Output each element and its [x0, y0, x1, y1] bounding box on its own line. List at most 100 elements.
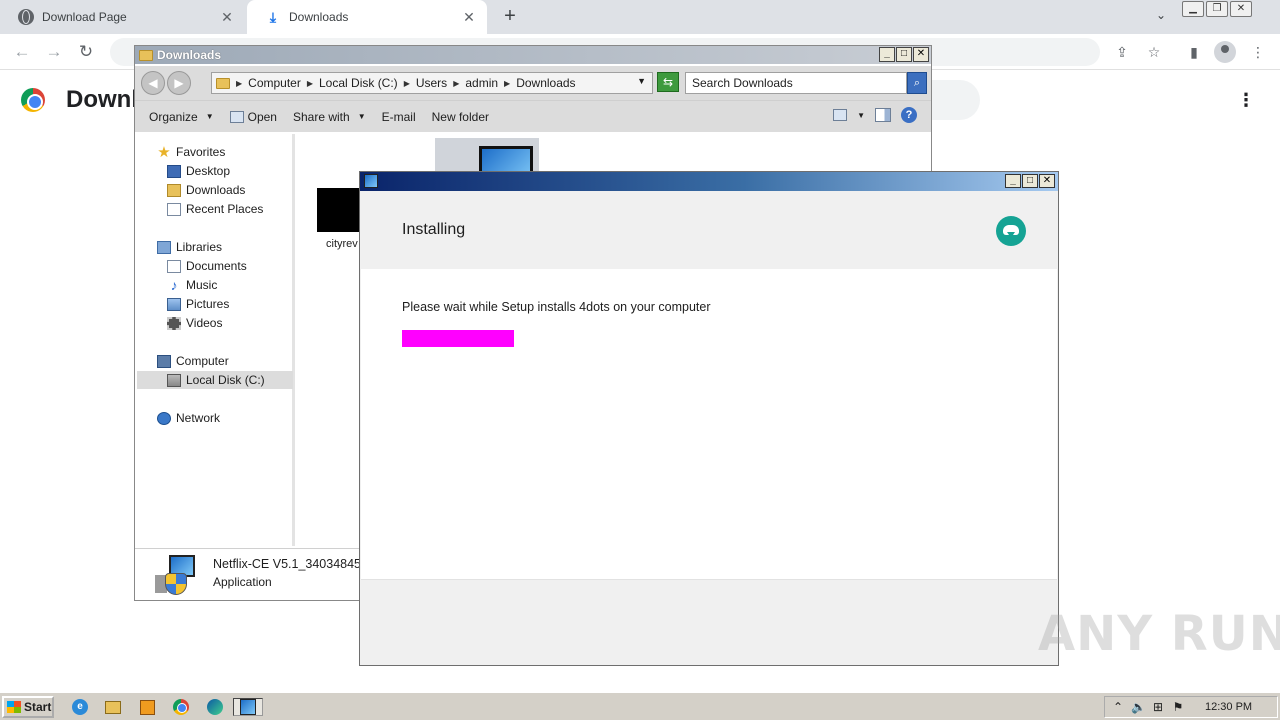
share-with-button[interactable]: Share with ▼	[285, 110, 374, 124]
new-tab-button[interactable]: +	[498, 5, 522, 29]
breadcrumb[interactable]: ▶ Computer ▶ Local Disk (C:) ▶ Users ▶ a…	[211, 72, 653, 94]
explorer-titlebar[interactable]: Downloads _ □ ✕	[135, 46, 931, 64]
nav-item-local-disk[interactable]: Local Disk (C:)	[137, 371, 293, 389]
setup-icon	[240, 699, 256, 715]
taskbar-explorer[interactable]	[103, 698, 123, 716]
refresh-icon[interactable]: ⇆	[657, 72, 679, 92]
chevron-up-icon[interactable]: ⌃	[1111, 700, 1125, 714]
back-arrow-icon[interactable]: ←	[10, 40, 34, 64]
tab-title: Downloads	[289, 10, 349, 24]
close-icon[interactable]: ✕	[461, 9, 477, 26]
close-button[interactable]: ✕	[1230, 1, 1252, 17]
forward-arrow-icon[interactable]: ▶	[167, 71, 191, 95]
clock[interactable]: 12:30 PM	[1205, 701, 1252, 713]
progress-fill	[402, 330, 514, 347]
breadcrumb-item[interactable]: Computer	[248, 76, 301, 90]
progress-bar	[402, 330, 962, 347]
taskbar-media-player[interactable]	[137, 698, 157, 716]
installer-icon	[155, 555, 199, 595]
page-title: Installing	[402, 221, 466, 238]
volume-icon[interactable]: 🔈	[1131, 700, 1146, 714]
taskbar-chrome[interactable]	[171, 698, 191, 716]
breadcrumb-item[interactable]: Local Disk (C:)	[319, 76, 398, 90]
share-icon[interactable]: ⇪	[1112, 42, 1132, 62]
document-icon	[167, 259, 181, 273]
tab-title: Download Page	[42, 10, 127, 24]
view-controls: ▼ ?	[833, 107, 917, 123]
nav-item-libraries[interactable]: Libraries	[157, 238, 222, 256]
nav-item-desktop[interactable]: Desktop	[167, 162, 230, 180]
organize-button[interactable]: Organize ▼	[135, 110, 222, 124]
minimize-button[interactable]: _	[879, 47, 895, 62]
nav-item-documents[interactable]: Documents	[167, 257, 247, 275]
chevron-down-icon[interactable]: ▼	[637, 76, 646, 86]
nav-item-recent-places[interactable]: Recent Places	[167, 200, 263, 218]
folder-icon	[216, 77, 230, 89]
flag-icon[interactable]: ⚑	[1171, 700, 1185, 714]
system-tray: ⌃ 🔈 ⊞ ⚑ 12:30 PM	[1104, 696, 1278, 718]
star-icon[interactable]: ☆	[1144, 42, 1164, 62]
breadcrumb-item[interactable]: Users	[416, 76, 447, 90]
chevron-down-icon[interactable]: ▼	[857, 111, 865, 120]
installer-titlebar[interactable]: _ □ ✕	[360, 172, 1058, 191]
minimize-button[interactable]: ▁	[1182, 1, 1204, 17]
file-item-thumbnail[interactable]	[317, 188, 361, 232]
folder-icon	[105, 700, 121, 714]
installer-footer	[361, 579, 1057, 665]
taskbar-edge[interactable]	[205, 698, 225, 716]
globe-icon	[18, 9, 34, 25]
maximize-button[interactable]: □	[1022, 174, 1038, 188]
internet-explorer-icon: e	[72, 699, 88, 715]
help-icon[interactable]: ?	[901, 107, 917, 123]
new-folder-button[interactable]: New folder	[424, 110, 497, 124]
network-icon[interactable]: ⊞	[1151, 700, 1165, 714]
search-icon[interactable]: ⌕	[907, 72, 927, 94]
maximize-button[interactable]: □	[896, 47, 912, 62]
nav-item-pictures[interactable]: Pictures	[167, 295, 229, 313]
chevron-down-icon[interactable]: ⌄	[1152, 8, 1170, 26]
breadcrumb-item[interactable]: Downloads	[516, 76, 575, 90]
nav-item-favorites[interactable]: ★ Favorites	[157, 143, 225, 161]
nav-item-network[interactable]: Network	[157, 409, 220, 427]
breadcrumb-item[interactable]: admin	[465, 76, 498, 90]
email-button[interactable]: E-mail	[374, 110, 424, 124]
avatar[interactable]	[1214, 41, 1236, 63]
back-arrow-icon[interactable]: ◀	[141, 71, 165, 95]
taskbar: Start e ⌃ 🔈 ⊞ ⚑ 12:30 PM	[0, 692, 1280, 720]
side-panel-icon[interactable]: ▮	[1184, 42, 1204, 62]
nav-item-computer[interactable]: Computer	[157, 352, 229, 370]
menu-icon[interactable]: ⋮	[1248, 42, 1268, 62]
reload-icon[interactable]: ↻	[74, 40, 98, 64]
chrome-logo-icon	[21, 88, 45, 112]
taskbar-setup[interactable]	[233, 698, 263, 716]
setup-icon	[364, 174, 378, 188]
change-view-icon[interactable]	[833, 109, 848, 121]
command-bar: Organize ▼ Open Share with ▼ E-mail New fo…	[135, 100, 931, 132]
close-button[interactable]: ✕	[913, 47, 929, 62]
restore-button[interactable]: ❐	[1206, 1, 1228, 17]
selected-file-type: Application	[213, 575, 272, 589]
tab-download-page[interactable]: Download Page ✕	[0, 0, 245, 34]
close-button[interactable]: ✕	[1039, 174, 1055, 188]
preview-pane-icon[interactable]	[875, 108, 891, 122]
installer-window: _ □ ✕ Installing Please wait while Setup…	[359, 171, 1059, 666]
start-button[interactable]: Start	[2, 696, 54, 718]
folder-icon	[167, 183, 181, 197]
nav-item-music[interactable]: ♪ Music	[167, 276, 218, 294]
open-button[interactable]: Open	[222, 110, 285, 124]
taskbar-ie[interactable]: e	[70, 698, 90, 716]
nav-item-downloads[interactable]: Downloads	[167, 181, 245, 199]
search-input[interactable]: Search Downloads	[685, 72, 907, 94]
picture-icon	[167, 297, 181, 311]
close-icon[interactable]: ✕	[219, 9, 235, 26]
navigation-pane: ★ Favorites Desktop Downloads Recent Pla…	[137, 134, 295, 546]
more-options-icon[interactable]: ⋮	[1236, 88, 1256, 112]
back-forward-buttons: ◀ ▶	[141, 71, 197, 95]
address-toolbar: ◀ ▶ ▶ Computer ▶ Local Disk (C:) ▶ Users…	[135, 66, 931, 100]
minimize-button[interactable]: _	[1005, 174, 1021, 188]
forward-arrow-icon[interactable]: →	[42, 40, 66, 64]
file-item-label[interactable]: cityrev	[326, 238, 358, 250]
nav-item-videos[interactable]: Videos	[167, 314, 222, 332]
library-icon	[157, 240, 171, 254]
tab-downloads[interactable]: ⤓ Downloads ✕	[247, 0, 487, 34]
